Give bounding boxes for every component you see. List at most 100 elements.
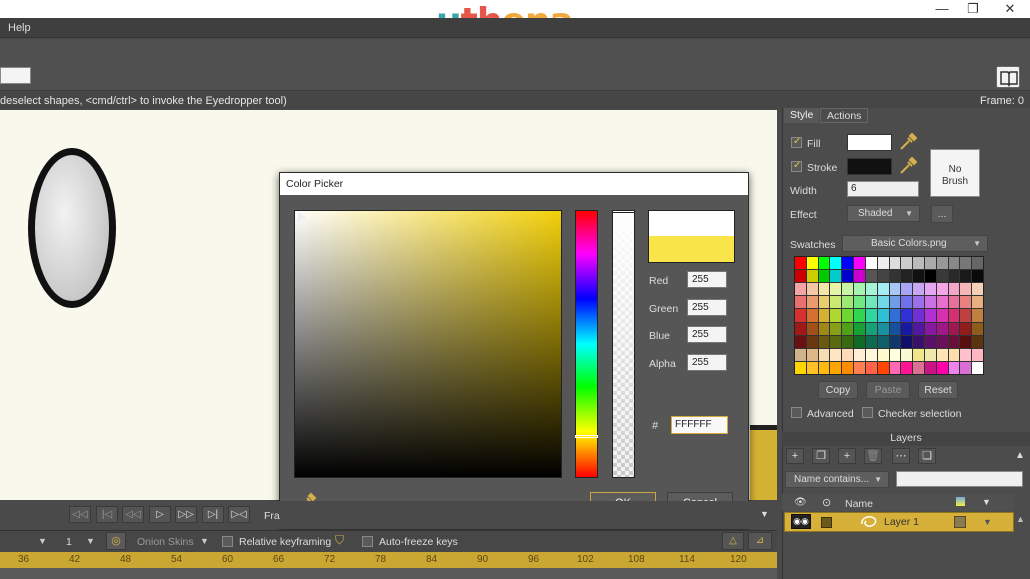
hue-slider-handle[interactable] <box>575 435 598 438</box>
layer-options-icon[interactable]: ▼ <box>983 517 992 527</box>
swatch-cell[interactable] <box>806 283 818 296</box>
swatch-cell[interactable] <box>901 283 913 296</box>
fill-color-swatch[interactable] <box>847 134 892 151</box>
swatch-cell[interactable] <box>972 309 983 322</box>
swatch-cell[interactable] <box>830 309 842 322</box>
swatch-cell[interactable] <box>889 322 901 335</box>
alpha-slider-handle[interactable] <box>612 210 635 213</box>
swatch-cell[interactable] <box>936 257 948 270</box>
relative-keyframing-checkbox[interactable] <box>222 536 233 547</box>
swatch-cell[interactable] <box>972 348 983 361</box>
swatch-cell[interactable] <box>913 348 924 361</box>
swatch-cell[interactable] <box>830 335 842 348</box>
swatch-cell[interactable] <box>936 322 948 335</box>
swatch-cell[interactable] <box>901 270 913 283</box>
hex-input[interactable]: FFFFFF <box>671 416 728 434</box>
swatch-cell[interactable] <box>913 270 924 283</box>
swatch-cell[interactable] <box>913 296 924 309</box>
reset-button[interactable]: Reset <box>918 381 958 399</box>
alpha-slider[interactable] <box>612 210 635 478</box>
swatch-cell[interactable] <box>913 335 924 348</box>
swatch-cell[interactable] <box>830 322 842 335</box>
swatch-cell[interactable] <box>877 283 889 296</box>
swatch-cell[interactable] <box>948 361 960 374</box>
paste-button[interactable]: Paste <box>866 381 910 399</box>
menu-item-help[interactable]: Help <box>8 22 31 34</box>
swatch-cell[interactable] <box>830 270 842 283</box>
swatch-cell[interactable] <box>960 309 972 322</box>
duplicate-layer-icon[interactable]: ❐ <box>812 448 830 464</box>
width-input[interactable]: 6 <box>847 181 919 197</box>
swatch-cell[interactable] <box>806 348 818 361</box>
new-layer-icon[interactable]: + <box>786 448 804 464</box>
swatch-cell[interactable] <box>854 296 865 309</box>
swatch-cell[interactable] <box>948 296 960 309</box>
frame-step-value[interactable]: 1 <box>66 536 72 548</box>
swatch-cell[interactable] <box>924 270 936 283</box>
ellipse-shape[interactable] <box>28 148 116 308</box>
swatch-grid[interactable] <box>794 256 984 375</box>
saturation-value-square[interactable] <box>294 210 562 478</box>
swatch-cell[interactable] <box>842 296 854 309</box>
swatch-cell[interactable] <box>948 270 960 283</box>
swatch-cell[interactable] <box>842 348 854 361</box>
swatch-cell[interactable] <box>842 283 854 296</box>
fill-eyedropper-icon[interactable] <box>898 132 918 152</box>
effect-dropdown[interactable]: Shaded <box>847 205 920 222</box>
layers-scroll-up[interactable]: ▲ <box>1016 514 1025 524</box>
swatch-cell[interactable] <box>877 361 889 374</box>
swatch-cell[interactable] <box>795 257 806 270</box>
swatch-cell[interactable] <box>877 348 889 361</box>
swatch-cell[interactable] <box>889 283 901 296</box>
swatch-cell[interactable] <box>960 257 972 270</box>
swatch-cell[interactable] <box>877 309 889 322</box>
swatch-cell[interactable] <box>854 309 865 322</box>
checker-selection-checkbox[interactable] <box>862 407 873 418</box>
swatch-cell[interactable] <box>854 361 865 374</box>
swatch-cell[interactable] <box>889 296 901 309</box>
swatch-cell[interactable] <box>795 283 806 296</box>
swatch-cell[interactable] <box>877 257 889 270</box>
green-input[interactable]: 255 <box>687 299 727 316</box>
no-brush-button[interactable]: No Brush <box>930 149 980 197</box>
view-dropdown-arrow-icon[interactable]: ▼ <box>38 536 47 546</box>
previous-frame-icon[interactable]: ◁◁ <box>122 506 144 523</box>
swatch-cell[interactable] <box>877 335 889 348</box>
auto-freeze-checkbox[interactable] <box>362 536 373 547</box>
swatch-cell[interactable] <box>889 361 901 374</box>
swatch-cell[interactable] <box>877 322 889 335</box>
play-icon[interactable]: ▷ <box>149 506 171 523</box>
swatch-cell[interactable] <box>854 270 865 283</box>
swatch-cell[interactable] <box>818 270 830 283</box>
swatch-cell[interactable] <box>901 309 913 322</box>
copy-button[interactable]: Copy <box>818 381 858 399</box>
swatch-cell[interactable] <box>818 348 830 361</box>
loop-forward-icon[interactable]: ▷◁ <box>228 506 250 523</box>
swatch-cell[interactable] <box>818 309 830 322</box>
swatch-cell[interactable] <box>972 335 983 348</box>
swatch-cell[interactable] <box>901 296 913 309</box>
swatch-cell[interactable] <box>936 335 948 348</box>
new-group-icon[interactable]: + <box>838 448 856 464</box>
swatch-cell[interactable] <box>806 296 818 309</box>
swatch-cell[interactable] <box>924 322 936 335</box>
swatch-cell[interactable] <box>818 335 830 348</box>
swatch-cell[interactable] <box>842 270 854 283</box>
ruler-icon[interactable]: ⊿ <box>748 532 772 550</box>
swatch-cell[interactable] <box>854 283 865 296</box>
swatch-cell[interactable] <box>877 270 889 283</box>
book-icon[interactable] <box>996 66 1020 88</box>
swatch-cell[interactable] <box>889 348 901 361</box>
first-frame-icon[interactable]: |◁ <box>96 506 118 523</box>
swatch-cell[interactable] <box>806 270 818 283</box>
swatch-cell[interactable] <box>960 322 972 335</box>
swatch-cell[interactable] <box>854 322 865 335</box>
swatch-cell[interactable] <box>818 322 830 335</box>
swatch-cell[interactable] <box>901 257 913 270</box>
swatch-cell[interactable] <box>842 309 854 322</box>
swatch-cell[interactable] <box>960 283 972 296</box>
name-column-header[interactable]: Name <box>845 498 873 510</box>
swatch-cell[interactable] <box>948 309 960 322</box>
swatch-cell[interactable] <box>842 322 854 335</box>
onion-skin-icon[interactable]: ◎ <box>106 532 126 550</box>
